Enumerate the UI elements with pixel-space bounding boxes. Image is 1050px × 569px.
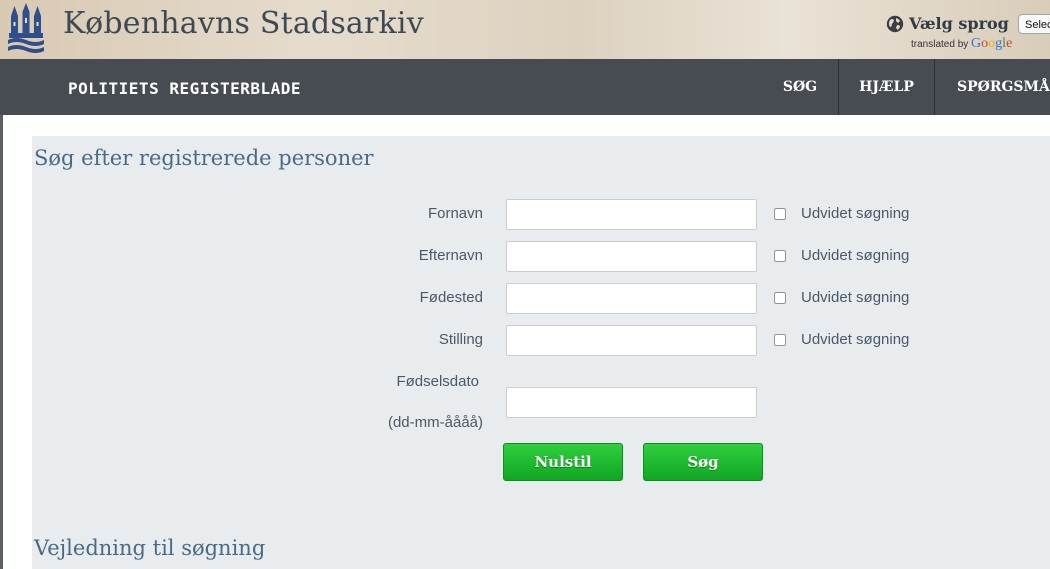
translated-by-google: translated by Google: [911, 36, 1012, 52]
language-selector[interactable]: Vælg sprog: [886, 14, 1009, 33]
translated-by-text: translated by: [911, 39, 969, 50]
search-heading: Søg efter registrerede personer: [34, 146, 374, 170]
page-edge: [0, 115, 3, 569]
nav-item-questions[interactable]: SPØRGSMÅL: [935, 59, 1050, 115]
lastname-extended-checkbox[interactable]: [774, 250, 786, 262]
globe-icon: [886, 15, 904, 32]
birthdate-input[interactable]: [506, 387, 757, 418]
google-logo: Google: [971, 36, 1013, 51]
section-title[interactable]: POLITIETS REGISTERBLADE: [68, 79, 301, 98]
birthplace-extended-label[interactable]: Udvidet søgning: [801, 289, 909, 306]
birthplace-input[interactable]: [506, 283, 757, 314]
birthdate-format-hint: (dd-mm-åååå): [387, 414, 483, 431]
search-button[interactable]: Søg: [643, 443, 763, 481]
firstname-label: Fornavn: [427, 205, 483, 222]
birthplace-extended-checkbox[interactable]: [774, 292, 786, 304]
nav-item-search[interactable]: SØG: [762, 59, 838, 115]
language-label[interactable]: Vælg sprog: [909, 14, 1009, 33]
site-title[interactable]: Københavns Stadsarkiv: [63, 6, 424, 41]
guide-heading: Vejledning til søgning: [34, 536, 266, 560]
firstname-input[interactable]: [506, 199, 757, 230]
lastname-label: Efternavn: [418, 247, 483, 264]
reset-button[interactable]: Nulstil: [503, 443, 623, 481]
copenhagen-crest-icon[interactable]: [6, 2, 46, 54]
occupation-extended-label[interactable]: Udvidet søgning: [801, 331, 909, 348]
main-navbar: POLITIETS REGISTERBLADE SØG HJÆLP SPØRGS…: [0, 59, 1050, 115]
occupation-extended-checkbox[interactable]: [774, 334, 786, 346]
birthplace-label: Fødested: [419, 289, 483, 306]
birthdate-label: Fødselsdato: [396, 373, 479, 390]
lastname-input[interactable]: [506, 241, 757, 272]
nav-item-help[interactable]: HJÆLP: [839, 59, 934, 115]
lastname-extended-label[interactable]: Udvidet søgning: [801, 247, 909, 264]
occupation-label: Stilling: [438, 331, 483, 348]
firstname-extended-checkbox[interactable]: [774, 208, 786, 220]
language-select[interactable]: Select: [1018, 14, 1050, 34]
site-header: Københavns Stadsarkiv Vælg sprog transla…: [0, 0, 1050, 59]
occupation-input[interactable]: [506, 325, 757, 356]
firstname-extended-label[interactable]: Udvidet søgning: [801, 205, 909, 222]
